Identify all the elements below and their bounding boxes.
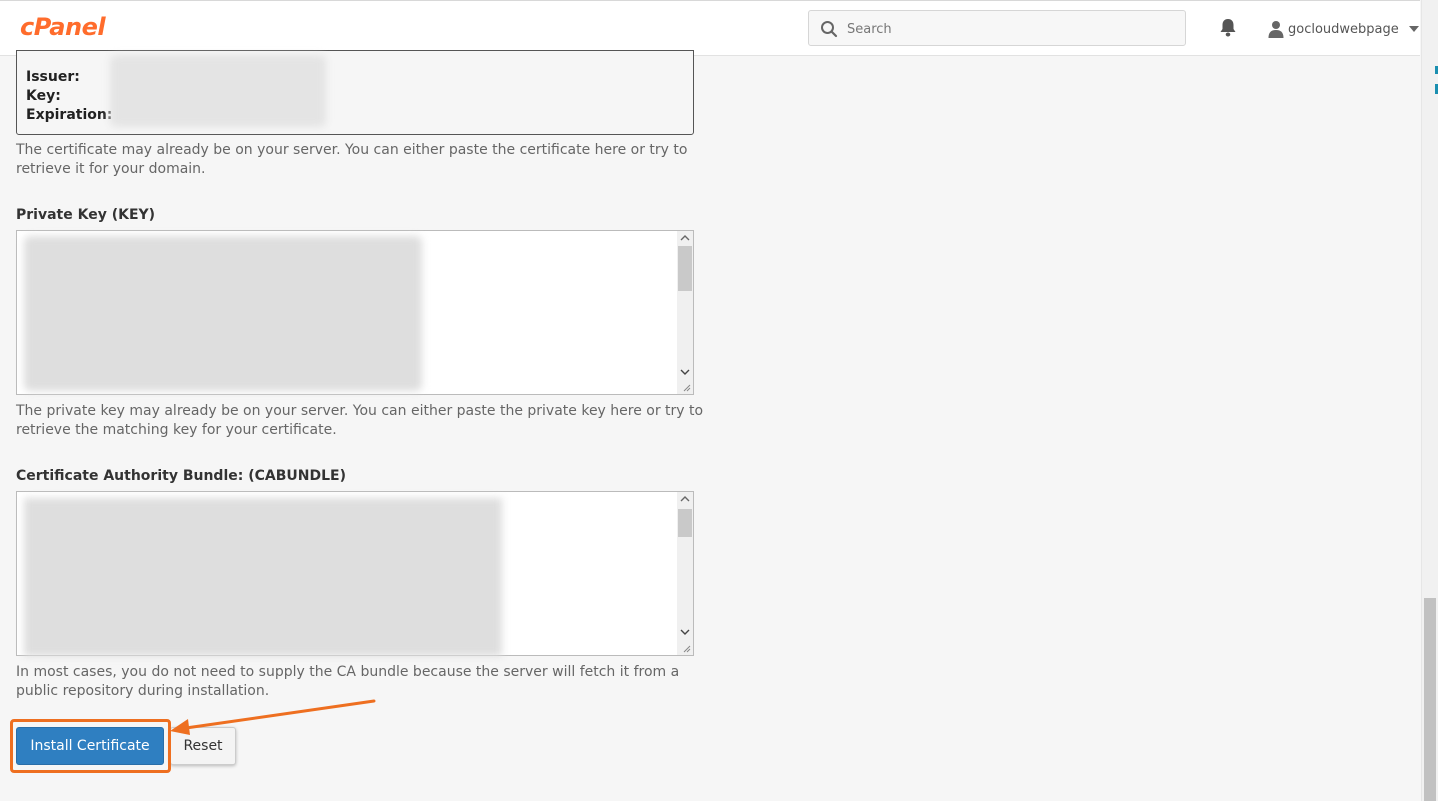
highlight-box bbox=[10, 719, 171, 773]
annotation-arrow-icon bbox=[170, 699, 376, 735]
resize-grip-icon[interactable] bbox=[681, 643, 691, 653]
username: gocloudwebpage bbox=[1288, 21, 1399, 37]
page-scrollbar[interactable] bbox=[1421, 0, 1438, 801]
scrollbar-thumb[interactable] bbox=[678, 509, 692, 537]
scrollbar-thumb[interactable] bbox=[678, 246, 692, 291]
cpanel-logo[interactable]: cPanel bbox=[20, 13, 106, 41]
certificate-details: Issuer: Key: Expiration: bbox=[16, 50, 694, 135]
redacted-cabundle bbox=[24, 498, 502, 656]
private-key-textarea[interactable] bbox=[16, 230, 694, 395]
expiration-label: Expiration: bbox=[26, 107, 113, 123]
top-bar: cPanel gocloudwebpage bbox=[0, 0, 1420, 56]
cabundle-label: Certificate Authority Bundle: (CABUNDLE) bbox=[16, 468, 346, 484]
redacted-certificate-values bbox=[110, 55, 326, 127]
search-input[interactable] bbox=[845, 11, 1179, 47]
cabundle-scrollbar[interactable] bbox=[677, 492, 693, 655]
cabundle-textarea[interactable] bbox=[16, 491, 694, 656]
user-menu[interactable]: gocloudwebpage bbox=[1268, 18, 1419, 40]
redacted-private-key bbox=[24, 236, 422, 391]
certificate-help-text: The certificate may already be on your s… bbox=[16, 142, 688, 177]
private-key-label: Private Key (KEY) bbox=[16, 207, 156, 223]
key-label: Key: bbox=[26, 88, 61, 104]
chevron-down-icon bbox=[1408, 26, 1419, 32]
private-key-scrollbar[interactable] bbox=[677, 231, 693, 394]
search-icon bbox=[821, 21, 838, 38]
scrollbar-thumb[interactable] bbox=[1424, 598, 1436, 801]
bell-icon[interactable] bbox=[1219, 18, 1237, 38]
scroll-up-icon[interactable] bbox=[680, 234, 690, 242]
search-box[interactable] bbox=[808, 10, 1186, 47]
private-key-help-text: The private key may already be on your s… bbox=[16, 403, 704, 438]
user-icon bbox=[1268, 21, 1284, 38]
resize-grip-icon[interactable] bbox=[681, 382, 691, 392]
scroll-down-icon[interactable] bbox=[680, 628, 690, 636]
issuer-label: Issuer: bbox=[26, 69, 80, 85]
scroll-down-icon[interactable] bbox=[680, 368, 690, 376]
scroll-up-icon[interactable] bbox=[680, 495, 690, 503]
